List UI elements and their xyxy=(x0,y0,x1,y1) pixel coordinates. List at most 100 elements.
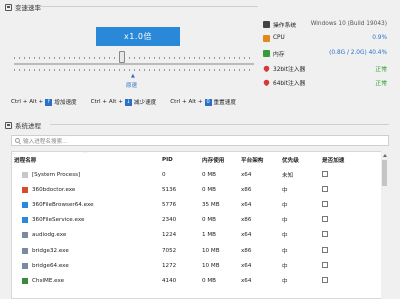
speed-slider-thumb[interactable] xyxy=(119,51,125,63)
table-row[interactable]: ChsIME.exe 4140 0 MB x64 中 xyxy=(12,273,382,288)
accelerate-cell xyxy=(322,213,382,228)
process-table[interactable]: ^ 进程名称 PID 内存使用 平台架构 优先级 是否加速 [System Pr… xyxy=(11,151,389,299)
process-name-cell: bridge32.exe xyxy=(12,243,162,258)
process-table-scrollbar[interactable] xyxy=(381,151,389,299)
scrollbar-thumb[interactable] xyxy=(382,160,387,186)
table-row[interactable]: bridge32.exe 7052 10 MB x86 中 xyxy=(12,243,382,258)
process-pid: 5776 xyxy=(162,201,177,208)
sysinfo-label: 操作系统 xyxy=(273,22,297,29)
process-search-input[interactable]: 输入进程名搜索... xyxy=(11,135,389,146)
accelerate-checkbox[interactable] xyxy=(322,216,328,223)
table-row[interactable]: audiodg.exe 1224 1 MB x64 中 xyxy=(12,228,382,243)
process-pid: 7052 xyxy=(162,247,177,254)
hotkey-label: 增加速度 xyxy=(54,100,77,106)
process-name: 360FileBrowser64.exe xyxy=(32,201,94,208)
process-icon xyxy=(22,201,28,208)
sysinfo-memory: 内存 (0.8G / 2.0G) 40.4% xyxy=(263,48,387,58)
table-row[interactable]: 360bdoctor.exe 5136 0 MB x86 中 xyxy=(12,182,382,197)
accelerate-checkbox[interactable] xyxy=(322,231,328,238)
hotkey-increase: Ctrl + Alt + ↑ 增加速度 xyxy=(11,98,77,106)
heart-icon xyxy=(262,78,271,86)
slider-rail xyxy=(14,63,254,65)
process-name: 360FileService.exe xyxy=(32,217,85,224)
process-pid: 1272 xyxy=(162,262,177,269)
process-name: audiodg.exe xyxy=(32,232,67,239)
process-name-cell: bridge64.exe xyxy=(12,258,162,273)
sysinfo-label: 64bit注入器 xyxy=(273,80,306,87)
accelerate-checkbox[interactable] xyxy=(322,185,328,192)
column-header-pid[interactable]: PID xyxy=(162,152,202,167)
process-arch: x64 xyxy=(241,262,252,269)
speed-multiplier-text: x1.0倍 xyxy=(124,32,152,41)
memory-icon xyxy=(263,49,270,57)
process-priority: 未知 xyxy=(282,172,294,179)
accelerate-checkbox[interactable] xyxy=(322,170,328,177)
process-name: [System Process] xyxy=(32,171,81,178)
heart-icon xyxy=(262,64,271,72)
speed-panel-title: 变速速率 xyxy=(5,2,41,12)
accelerate-cell xyxy=(322,243,382,258)
slider-position-label: 原速 xyxy=(126,83,138,89)
column-header-accelerated[interactable]: 是否加速 xyxy=(322,152,382,167)
sysinfo-label: 内存 xyxy=(273,51,285,58)
accelerate-checkbox[interactable] xyxy=(322,200,328,207)
process-panel-title-text: 系统进程 xyxy=(15,122,41,130)
table-row[interactable]: 360FileBrowser64.exe 5776 35 MB x64 中 xyxy=(12,197,382,212)
process-arch: x64 xyxy=(241,171,252,178)
column-header-priority[interactable]: 优先级 xyxy=(282,152,322,167)
process-pid: 4140 xyxy=(162,277,177,284)
process-priority: 中 xyxy=(282,187,288,194)
process-name-cell: audiodg.exe xyxy=(12,228,162,243)
process-name: ChsIME.exe xyxy=(32,277,65,284)
sysinfo-label: CPU xyxy=(273,35,285,41)
sysinfo-os: 操作系统 Windows 10 (Build 19043) xyxy=(263,19,387,29)
process-pid: 2340 xyxy=(162,217,177,224)
slider-ticks-top xyxy=(14,57,254,59)
process-memory: 35 MB xyxy=(202,201,220,208)
slider-position-marker-icon: ▲ xyxy=(131,73,135,79)
accelerate-cell xyxy=(322,182,382,197)
sysinfo-value: (0.8G / 2.0G) 40.4% xyxy=(329,50,387,56)
speed-slider[interactable] xyxy=(14,57,254,71)
process-priority: 中 xyxy=(282,263,288,270)
column-header-memory[interactable]: 内存使用 xyxy=(202,152,241,167)
sysinfo-injector-64: 64bit注入器 正常 xyxy=(262,77,387,87)
slider-ticks-bottom xyxy=(14,69,254,71)
table-row[interactable]: 360FileService.exe 2340 0 MB x86 中 xyxy=(12,213,382,228)
cpu-icon xyxy=(263,34,270,42)
accelerate-checkbox[interactable] xyxy=(322,246,328,253)
process-priority: 中 xyxy=(282,202,288,209)
table-header-row: 进程名称 PID 内存使用 平台架构 优先级 是否加速 xyxy=(12,152,382,167)
process-priority: 中 xyxy=(282,218,288,225)
process-panel-icon xyxy=(5,121,12,129)
os-icon xyxy=(263,20,270,28)
sort-ascending-icon: ^ xyxy=(83,151,88,157)
table-row[interactable]: bridge64.exe 1272 10 MB x64 中 xyxy=(12,258,382,273)
hotkey-prefix: Ctrl + Alt + xyxy=(90,99,123,105)
process-memory: 0 MB xyxy=(202,277,217,284)
accelerate-checkbox[interactable] xyxy=(322,276,328,283)
sysinfo-value: 0.9% xyxy=(372,35,387,41)
zero-key-icon: 0 xyxy=(204,98,212,106)
accelerate-checkbox[interactable] xyxy=(322,261,328,268)
table-row[interactable]: [System Process] 0 0 MB x64 未知 xyxy=(12,167,382,182)
process-priority: 中 xyxy=(282,248,288,255)
speed-panel-divider xyxy=(38,6,258,7)
process-icon xyxy=(22,186,28,193)
process-name-cell: 360FileService.exe xyxy=(12,213,162,228)
process-name: 360bdoctor.exe xyxy=(32,186,76,193)
process-name: bridge64.exe xyxy=(32,262,69,269)
process-icon xyxy=(22,262,28,269)
sysinfo-label: 32bit注入器 xyxy=(273,66,306,73)
speed-multiplier-display: x1.0倍 xyxy=(96,27,180,46)
process-panel-divider xyxy=(50,124,389,125)
process-name-cell: ChsIME.exe xyxy=(12,273,162,288)
process-memory: 0 MB xyxy=(202,217,217,224)
process-pid: 5136 xyxy=(162,186,177,193)
search-placeholder: 输入进程名搜索... xyxy=(23,138,68,145)
column-header-arch[interactable]: 平台架构 xyxy=(241,152,282,167)
process-priority: 中 xyxy=(282,278,288,285)
scroll-up-arrow-icon[interactable] xyxy=(383,154,387,157)
process-icon xyxy=(22,232,28,239)
hotkey-reset: Ctrl + Alt + 0 重置速度 xyxy=(170,98,236,106)
